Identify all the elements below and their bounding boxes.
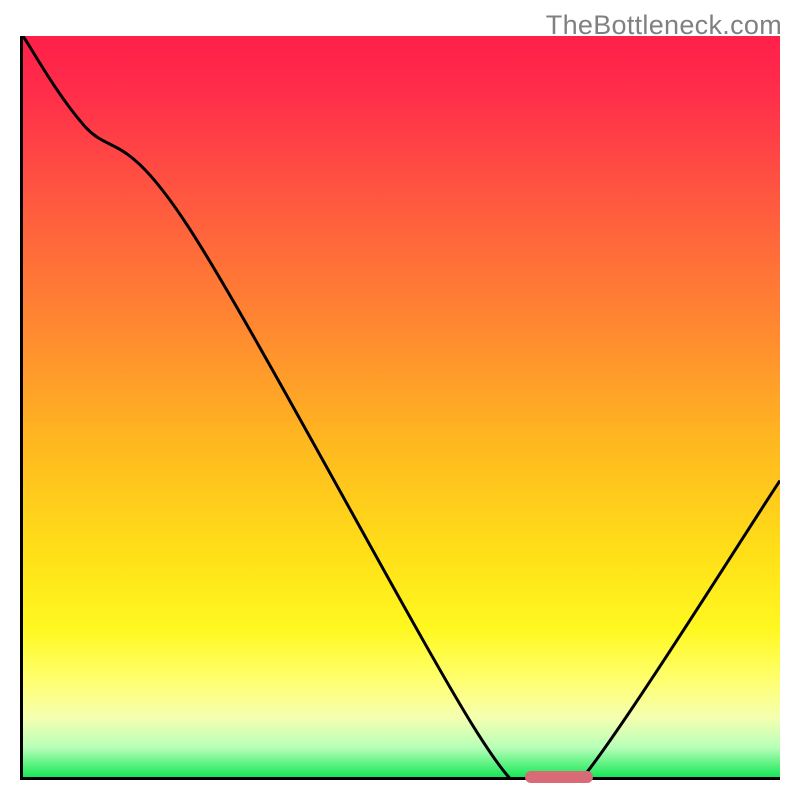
plot-area <box>20 36 780 780</box>
optimal-range-marker <box>525 771 593 783</box>
curve-layer <box>23 36 780 777</box>
bottleneck-curve-path <box>23 36 780 777</box>
bottleneck-chart: TheBottleneck.com <box>0 0 800 800</box>
